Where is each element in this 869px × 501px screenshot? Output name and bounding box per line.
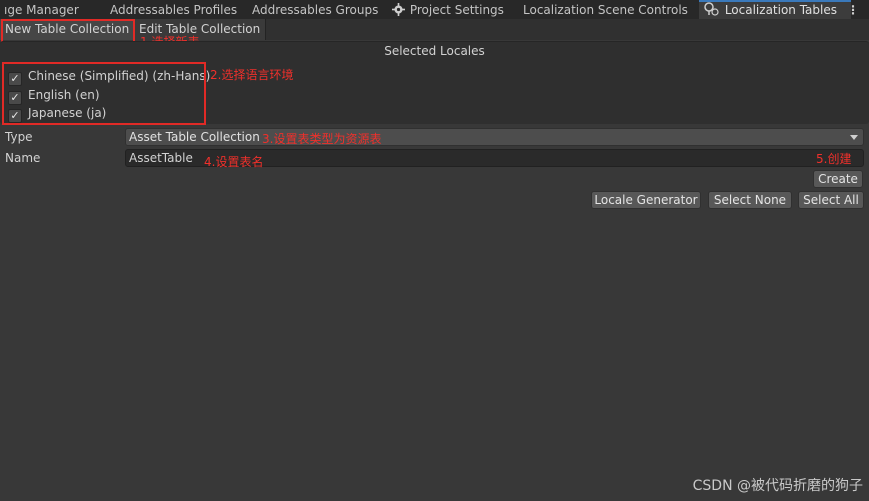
tab-label: Addressables Profiles [110,3,238,17]
tab-label: Project Settings [409,3,504,17]
watermark: CSDN @被代码折磨的狗子 [692,478,863,494]
annotation-box-2 [2,62,206,125]
type-label: Type [5,130,33,144]
selected-locales-title: Selected Locales [384,44,485,58]
name-value: AssetTable [129,151,193,165]
tab-project-settings[interactable]: Project Settings [392,0,504,21]
type-value: Asset Table Collection [129,130,260,144]
tab-addressables-groups[interactable]: Addressables Groups [252,0,378,21]
tab-label: ıge Manager [4,3,79,17]
annotation-box-1 [1,19,135,43]
annotation-4: 4.设置表名 [204,155,264,169]
tab-localization-scene-controls[interactable]: Localization Scene Controls [523,0,688,21]
tab-label: Localization Tables [724,3,837,17]
select-all-button[interactable]: Select All [798,191,864,209]
select-none-button[interactable]: Select None [708,191,792,209]
annotation-5: 5.创建 [816,152,852,166]
dropdown-arrow-icon [850,135,858,140]
tab-package-manager[interactable]: ıge Manager [4,0,79,21]
annotation-3: 3.设置表类型为资源表 [262,132,382,146]
annotation-2: 2.选择语言环境 [210,68,294,82]
more-options-icon[interactable]: ⋮ [847,0,859,21]
tab-localization-tables[interactable]: Localization Tables [699,0,851,21]
tab-label: Localization Scene Controls [523,3,688,17]
pin-globe-icon [703,0,721,21]
locale-generator-button[interactable]: Locale Generator [591,191,701,209]
tab-label: Addressables Groups [252,3,379,17]
type-dropdown[interactable]: Asset Table Collection [125,128,864,146]
create-button[interactable]: Create [813,170,863,188]
tab-addressables-profiles[interactable]: Addressables Profiles [110,0,237,21]
gear-icon [392,0,406,21]
name-label: Name [5,151,41,165]
